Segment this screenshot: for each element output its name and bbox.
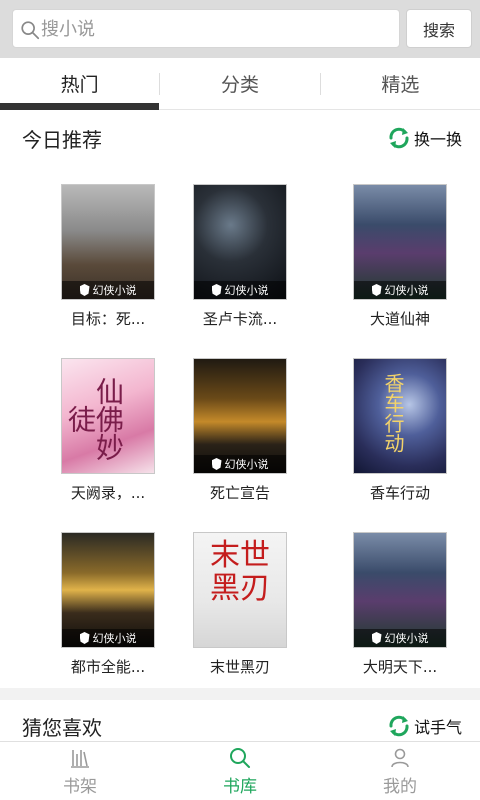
book-item[interactable]: 幻侠小说 目标：死... bbox=[38, 184, 178, 329]
top-bar: 搜索 bbox=[0, 0, 480, 58]
book-item[interactable]: 幻侠小说 死亡宣告 bbox=[170, 358, 310, 503]
book-title: 天阙录，... bbox=[70, 484, 146, 502]
today-recommend-panel: 今日推荐 换一换 幻侠小说 目标：死... 幻侠小说 圣卢卡流... 幻侠小说 … bbox=[0, 110, 480, 688]
search-box[interactable] bbox=[12, 9, 400, 48]
book-item[interactable]: 幻侠小说 圣卢卡流... bbox=[170, 184, 310, 329]
search-button[interactable]: 搜索 bbox=[406, 9, 472, 48]
nav-label: 书架 bbox=[63, 776, 97, 797]
book-item[interactable]: 幻侠小说 大道仙神 bbox=[330, 184, 470, 329]
book-item[interactable]: 幻侠小说 大明天下... bbox=[330, 532, 470, 677]
cover-brand: 幻侠小说 bbox=[62, 629, 154, 647]
shield-icon bbox=[79, 632, 90, 644]
book-title: 大道仙神 bbox=[369, 310, 430, 328]
try-luck-button[interactable]: 试手气 bbox=[387, 714, 462, 738]
book-item[interactable]: 仙佛妙徒 天阙录，... bbox=[38, 358, 178, 503]
book-title: 圣卢卡流... bbox=[202, 310, 278, 328]
bookshelf-icon bbox=[71, 749, 89, 768]
cover-title-art: 仙佛妙徒 bbox=[64, 377, 125, 461]
refresh-button[interactable]: 换一换 bbox=[387, 126, 462, 150]
nav-label: 我的 bbox=[383, 776, 417, 797]
nav-label: 书库 bbox=[223, 776, 257, 797]
book-title: 目标：死... bbox=[70, 310, 146, 328]
cover-brand: 幻侠小说 bbox=[194, 281, 286, 299]
refresh-icon bbox=[389, 715, 409, 737]
search-input[interactable] bbox=[41, 15, 391, 43]
book-cover[interactable]: 幻侠小说 bbox=[353, 184, 447, 300]
book-cover[interactable]: 仙佛妙徒 bbox=[61, 358, 155, 474]
section-header: 今日推荐 换一换 bbox=[0, 110, 480, 166]
cover-brand: 幻侠小说 bbox=[194, 455, 286, 473]
cover-brand: 幻侠小说 bbox=[354, 629, 446, 647]
cover-brand: 幻侠小说 bbox=[354, 281, 446, 299]
section-title: 今日推荐 bbox=[22, 128, 102, 152]
book-title: 香车行动 bbox=[369, 484, 430, 502]
book-cover[interactable]: 香车行动 bbox=[353, 358, 447, 474]
shield-icon bbox=[211, 284, 222, 296]
guess-you-like-section: 猜您喜欢 试手气 bbox=[0, 700, 480, 744]
search-icon bbox=[230, 747, 250, 768]
book-title: 大明天下... bbox=[362, 658, 438, 676]
book-title: 都市全能... bbox=[70, 658, 146, 676]
section-title: 猜您喜欢 bbox=[22, 716, 102, 740]
cover-title-art: 末世黑刃 bbox=[210, 538, 270, 606]
tab-featured[interactable]: 精选 bbox=[321, 58, 480, 109]
refresh-icon bbox=[389, 127, 409, 149]
book-cover[interactable]: 幻侠小说 bbox=[353, 532, 447, 648]
book-title: 末世黑刃 bbox=[209, 658, 270, 676]
nav-mine[interactable]: 我的 bbox=[320, 742, 480, 800]
book-item[interactable]: 幻侠小说 都市全能... bbox=[38, 532, 178, 677]
try-luck-label: 试手气 bbox=[413, 718, 462, 737]
cover-title-art: 香车行动 bbox=[381, 373, 405, 453]
cover-brand: 幻侠小说 bbox=[62, 281, 154, 299]
nav-bookshelf[interactable]: 书架 bbox=[0, 742, 160, 800]
book-title: 死亡宣告 bbox=[209, 484, 270, 502]
bottom-nav: 书架 书库 我的 bbox=[0, 741, 480, 800]
shield-icon bbox=[371, 632, 382, 644]
tab-bar: 热门 分类 精选 bbox=[0, 58, 480, 110]
shield-icon bbox=[211, 458, 222, 470]
tab-category[interactable]: 分类 bbox=[160, 58, 319, 109]
book-cover[interactable]: 幻侠小说 bbox=[193, 358, 287, 474]
search-icon bbox=[21, 21, 40, 40]
book-cover[interactable]: 幻侠小说 bbox=[61, 184, 155, 300]
book-item[interactable]: 香车行动 香车行动 bbox=[330, 358, 470, 503]
refresh-label: 换一换 bbox=[413, 130, 462, 149]
book-cover[interactable]: 幻侠小说 bbox=[193, 184, 287, 300]
book-cover[interactable]: 末世黑刃 bbox=[193, 532, 287, 648]
nav-library[interactable]: 书库 bbox=[160, 742, 320, 800]
tab-hot[interactable]: 热门 bbox=[0, 58, 160, 110]
book-cover[interactable]: 幻侠小说 bbox=[61, 532, 155, 648]
shield-icon bbox=[79, 284, 90, 296]
shield-icon bbox=[371, 284, 382, 296]
user-icon bbox=[391, 748, 409, 767]
book-item[interactable]: 末世黑刃 末世黑刃 bbox=[170, 532, 310, 677]
